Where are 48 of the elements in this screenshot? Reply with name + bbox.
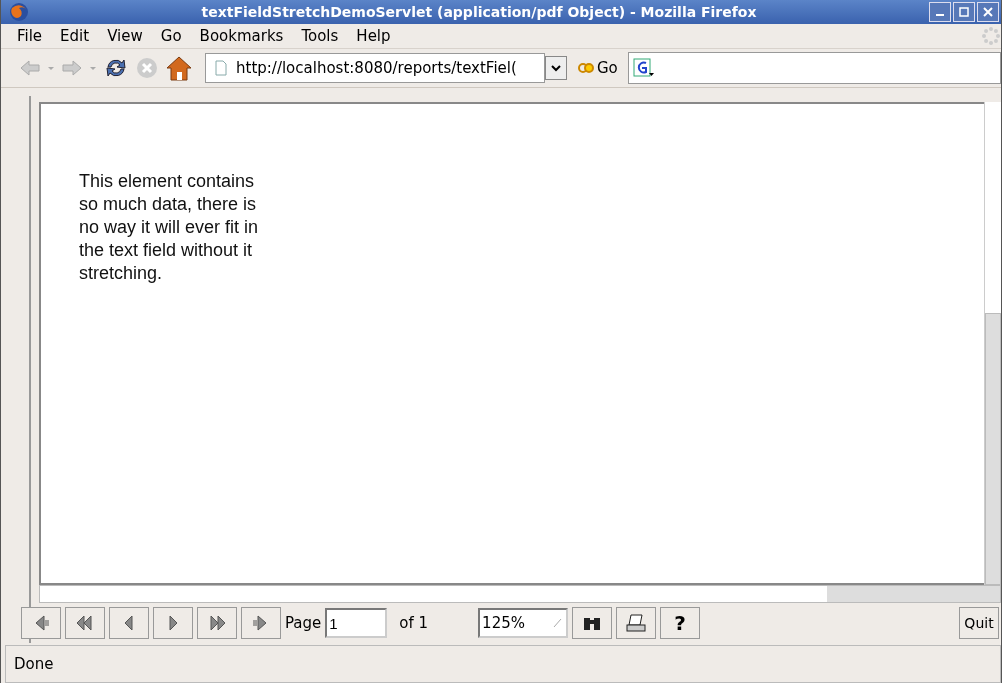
throbber-icon [981, 26, 1001, 46]
close-icon [982, 6, 994, 18]
text-line: stretching. [79, 262, 163, 285]
last-page-button[interactable] [241, 607, 281, 639]
dropdown-button[interactable] [545, 56, 567, 80]
help-button[interactable]: ? [660, 607, 701, 639]
text-line: This element contains [79, 170, 255, 193]
horizontal-scrollbar[interactable] [39, 585, 1001, 603]
search-field[interactable] [627, 52, 1001, 84]
first-page-button[interactable] [21, 607, 61, 639]
maximize-button[interactable] [953, 2, 975, 22]
menu-item[interactable]: Go [152, 27, 192, 45]
printer-icon [625, 612, 648, 634]
quit-button[interactable]: Quit [959, 607, 999, 639]
text-line: so much data, there is [79, 193, 257, 216]
home-icon[interactable] [165, 55, 193, 81]
close-button[interactable] [977, 2, 999, 22]
menu-item[interactable]: Bookmarks [191, 27, 294, 45]
minimize-button[interactable] [929, 2, 951, 22]
text-line: no way it will ever fit in [79, 216, 259, 239]
page-icon [214, 60, 228, 76]
next-page-button[interactable] [153, 607, 193, 639]
maximize-icon [958, 6, 970, 18]
menu-item[interactable]: View [99, 27, 153, 45]
window-title: textFieldStretchDemoServlet (application/pdf Object) - Mozilla Firefox [200, 4, 758, 20]
search-engine-icon [632, 58, 655, 78]
previous-page-button[interactable] [109, 607, 149, 639]
page-field[interactable]: 1 [325, 608, 388, 638]
zoom-field[interactable]: 125% [478, 608, 569, 638]
find-button[interactable] [572, 607, 613, 639]
page-label: Page [285, 614, 322, 632]
next-ten-pages-button[interactable] [197, 607, 237, 639]
previous-ten-pages-button[interactable] [65, 607, 105, 639]
page-count: of 1 [399, 614, 429, 632]
vertical-scrollbar[interactable] [984, 102, 1001, 585]
address-field[interactable]: http://localhost:8080/reports/textFiel( [205, 53, 545, 83]
minimize-icon [936, 14, 944, 16]
menu-item[interactable]: Tools [293, 27, 349, 45]
globe-icon [9, 2, 29, 22]
menu-item[interactable]: Edit [52, 27, 100, 45]
menu-item[interactable]: Help [348, 27, 401, 45]
go-button[interactable]: Go [573, 59, 622, 77]
text-line: the text field without it [79, 239, 253, 262]
menu-item[interactable]: File [9, 27, 53, 45]
print-button[interactable] [616, 607, 657, 639]
rings-icon [577, 61, 595, 75]
chevron-down-icon [551, 62, 561, 73]
status-text: Done [14, 655, 54, 673]
